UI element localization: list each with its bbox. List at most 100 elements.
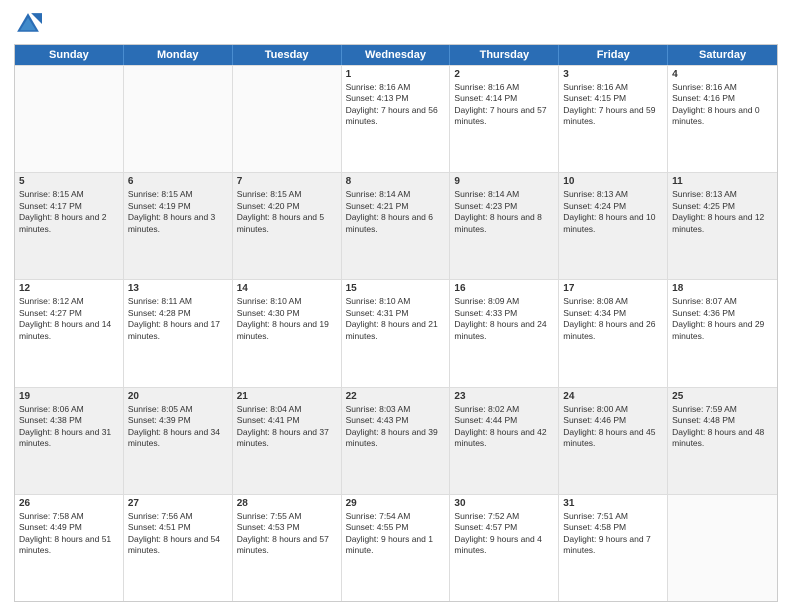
day-number: 6: [128, 176, 228, 187]
day-info: Sunrise: 8:16 AM Sunset: 4:15 PM Dayligh…: [563, 82, 663, 128]
logo: [14, 10, 46, 38]
day-info: Sunrise: 8:16 AM Sunset: 4:14 PM Dayligh…: [454, 82, 554, 128]
day-info: Sunrise: 8:14 AM Sunset: 4:23 PM Dayligh…: [454, 189, 554, 235]
calendar-cell: 25 Sunrise: 7:59 AM Sunset: 4:48 PM Dayli…: [668, 388, 777, 494]
header-day-sunday: Sunday: [15, 45, 124, 65]
day-number: 25: [672, 391, 773, 402]
day-info: Sunrise: 7:55 AM Sunset: 4:53 PM Dayligh…: [237, 511, 337, 557]
day-info: Sunrise: 8:16 AM Sunset: 4:13 PM Dayligh…: [346, 82, 446, 128]
day-number: 26: [19, 498, 119, 509]
day-number: 31: [563, 498, 663, 509]
calendar-cell: 31 Sunrise: 7:51 AM Sunset: 4:58 PM Dayli…: [559, 495, 668, 601]
calendar-cell: 14 Sunrise: 8:10 AM Sunset: 4:30 PM Dayli…: [233, 280, 342, 386]
day-info: Sunrise: 7:58 AM Sunset: 4:49 PM Dayligh…: [19, 511, 119, 557]
calendar-cell: 27 Sunrise: 7:56 AM Sunset: 4:51 PM Dayli…: [124, 495, 233, 601]
calendar-cell: 26 Sunrise: 7:58 AM Sunset: 4:49 PM Dayli…: [15, 495, 124, 601]
day-number: 23: [454, 391, 554, 402]
calendar-cell: 1 Sunrise: 8:16 AM Sunset: 4:13 PM Daylig…: [342, 66, 451, 172]
day-info: Sunrise: 8:14 AM Sunset: 4:21 PM Dayligh…: [346, 189, 446, 235]
day-number: 17: [563, 283, 663, 294]
day-number: 29: [346, 498, 446, 509]
header-day-thursday: Thursday: [450, 45, 559, 65]
calendar-cell: 12 Sunrise: 8:12 AM Sunset: 4:27 PM Dayli…: [15, 280, 124, 386]
day-info: Sunrise: 8:00 AM Sunset: 4:46 PM Dayligh…: [563, 404, 663, 450]
calendar-week-3: 12 Sunrise: 8:12 AM Sunset: 4:27 PM Dayli…: [15, 279, 777, 386]
day-info: Sunrise: 8:08 AM Sunset: 4:34 PM Dayligh…: [563, 296, 663, 342]
calendar-body: 1 Sunrise: 8:16 AM Sunset: 4:13 PM Daylig…: [15, 65, 777, 601]
day-number: 20: [128, 391, 228, 402]
header-day-tuesday: Tuesday: [233, 45, 342, 65]
calendar-cell: 21 Sunrise: 8:04 AM Sunset: 4:41 PM Dayli…: [233, 388, 342, 494]
day-info: Sunrise: 7:52 AM Sunset: 4:57 PM Dayligh…: [454, 511, 554, 557]
day-info: Sunrise: 8:10 AM Sunset: 4:30 PM Dayligh…: [237, 296, 337, 342]
day-info: Sunrise: 8:11 AM Sunset: 4:28 PM Dayligh…: [128, 296, 228, 342]
calendar-cell: 8 Sunrise: 8:14 AM Sunset: 4:21 PM Daylig…: [342, 173, 451, 279]
day-info: Sunrise: 8:15 AM Sunset: 4:19 PM Dayligh…: [128, 189, 228, 235]
day-info: Sunrise: 7:59 AM Sunset: 4:48 PM Dayligh…: [672, 404, 773, 450]
day-number: 5: [19, 176, 119, 187]
calendar-cell: 10 Sunrise: 8:13 AM Sunset: 4:24 PM Dayli…: [559, 173, 668, 279]
calendar: SundayMondayTuesdayWednesdayThursdayFrid…: [14, 44, 778, 602]
day-info: Sunrise: 8:13 AM Sunset: 4:24 PM Dayligh…: [563, 189, 663, 235]
day-number: 1: [346, 69, 446, 80]
calendar-cell: 2 Sunrise: 8:16 AM Sunset: 4:14 PM Daylig…: [450, 66, 559, 172]
day-info: Sunrise: 8:12 AM Sunset: 4:27 PM Dayligh…: [19, 296, 119, 342]
calendar-cell: 18Sunrise: 8:07 AM Sunset: 4:36 PM Dayli…: [668, 280, 777, 386]
calendar-week-4: 19Sunrise: 8:06 AM Sunset: 4:38 PM Dayli…: [15, 387, 777, 494]
day-info: Sunrise: 7:51 AM Sunset: 4:58 PM Dayligh…: [563, 511, 663, 557]
day-info: Sunrise: 8:13 AM Sunset: 4:25 PM Dayligh…: [672, 189, 773, 235]
calendar-cell: 7Sunrise: 8:15 AM Sunset: 4:20 PM Daylig…: [233, 173, 342, 279]
day-number: 13: [128, 283, 228, 294]
calendar-cell: 4 Sunrise: 8:16 AM Sunset: 4:16 PM Daylig…: [668, 66, 777, 172]
day-number: 21: [237, 391, 337, 402]
day-info: Sunrise: 8:16 AM Sunset: 4:16 PM Dayligh…: [672, 82, 773, 128]
calendar-cell: 29 Sunrise: 7:54 AM Sunset: 4:55 PM Dayli…: [342, 495, 451, 601]
day-number: 12: [19, 283, 119, 294]
day-number: 27: [128, 498, 228, 509]
day-number: 9: [454, 176, 554, 187]
calendar-cell: 23 Sunrise: 8:02 AM Sunset: 4:44 PM Dayli…: [450, 388, 559, 494]
header-day-friday: Friday: [559, 45, 668, 65]
day-number: 11: [672, 176, 773, 187]
day-info: Sunrise: 7:54 AM Sunset: 4:55 PM Dayligh…: [346, 511, 446, 557]
day-number: 16: [454, 283, 554, 294]
day-number: 15: [346, 283, 446, 294]
day-info: Sunrise: 8:07 AM Sunset: 4:36 PM Dayligh…: [672, 296, 773, 342]
calendar-cell: 15 Sunrise: 8:10 AM Sunset: 4:31 PM Dayli…: [342, 280, 451, 386]
calendar-week-1: 1 Sunrise: 8:16 AM Sunset: 4:13 PM Daylig…: [15, 65, 777, 172]
calendar-cell: 3 Sunrise: 8:16 AM Sunset: 4:15 PM Daylig…: [559, 66, 668, 172]
calendar-cell: 20 Sunrise: 8:05 AM Sunset: 4:39 PM Dayli…: [124, 388, 233, 494]
day-number: 22: [346, 391, 446, 402]
logo-icon: [14, 10, 42, 38]
day-number: 19: [19, 391, 119, 402]
calendar-header: SundayMondayTuesdayWednesdayThursdayFrid…: [15, 45, 777, 65]
day-info: Sunrise: 8:05 AM Sunset: 4:39 PM Dayligh…: [128, 404, 228, 450]
day-info: Sunrise: 8:02 AM Sunset: 4:44 PM Dayligh…: [454, 404, 554, 450]
day-info: Sunrise: 7:56 AM Sunset: 4:51 PM Dayligh…: [128, 511, 228, 557]
day-number: 24: [563, 391, 663, 402]
header-day-monday: Monday: [124, 45, 233, 65]
day-info: Sunrise: 8:04 AM Sunset: 4:41 PM Dayligh…: [237, 404, 337, 450]
day-number: 30: [454, 498, 554, 509]
day-number: 4: [672, 69, 773, 80]
day-number: 8: [346, 176, 446, 187]
calendar-cell: 13 Sunrise: 8:11 AM Sunset: 4:28 PM Dayli…: [124, 280, 233, 386]
calendar-week-5: 26 Sunrise: 7:58 AM Sunset: 4:49 PM Dayli…: [15, 494, 777, 601]
day-info: Sunrise: 8:09 AM Sunset: 4:33 PM Dayligh…: [454, 296, 554, 342]
day-number: 10: [563, 176, 663, 187]
calendar-cell: 30 Sunrise: 7:52 AM Sunset: 4:57 PM Dayli…: [450, 495, 559, 601]
day-info: Sunrise: 8:15 AM Sunset: 4:20 PM Dayligh…: [237, 189, 337, 235]
day-info: Sunrise: 8:03 AM Sunset: 4:43 PM Dayligh…: [346, 404, 446, 450]
day-info: Sunrise: 8:10 AM Sunset: 4:31 PM Dayligh…: [346, 296, 446, 342]
day-number: 3: [563, 69, 663, 80]
day-info: Sunrise: 8:15 AM Sunset: 4:17 PM Dayligh…: [19, 189, 119, 235]
calendar-week-2: 5 Sunrise: 8:15 AM Sunset: 4:17 PM Daylig…: [15, 172, 777, 279]
calendar-cell: 6 Sunrise: 8:15 AM Sunset: 4:19 PM Daylig…: [124, 173, 233, 279]
calendar-cell: 9 Sunrise: 8:14 AM Sunset: 4:23 PM Daylig…: [450, 173, 559, 279]
day-number: 14: [237, 283, 337, 294]
calendar-cell: 22 Sunrise: 8:03 AM Sunset: 4:43 PM Dayli…: [342, 388, 451, 494]
day-number: 2: [454, 69, 554, 80]
calendar-cell: 16 Sunrise: 8:09 AM Sunset: 4:33 PM Dayli…: [450, 280, 559, 386]
calendar-cell: 19Sunrise: 8:06 AM Sunset: 4:38 PM Dayli…: [15, 388, 124, 494]
calendar-cell: 28Sunrise: 7:55 AM Sunset: 4:53 PM Dayli…: [233, 495, 342, 601]
